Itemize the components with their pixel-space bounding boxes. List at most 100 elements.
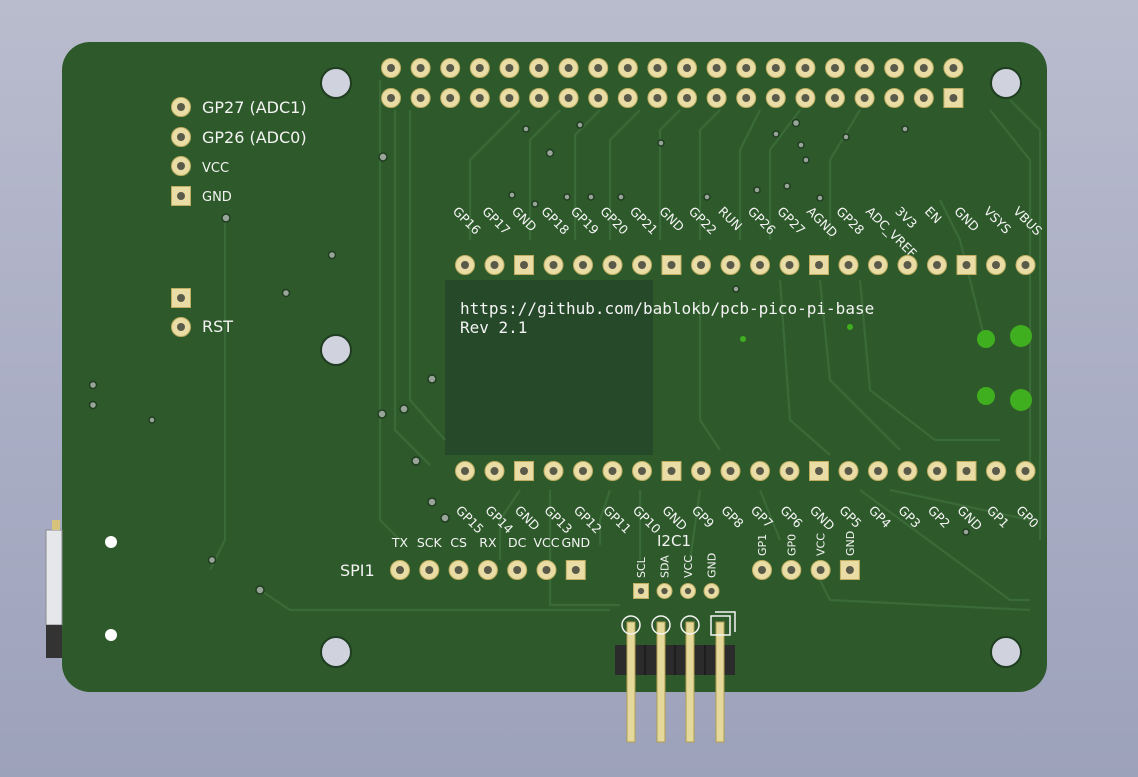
- label-gp27-adc1: GP27 (ADC1): [202, 98, 307, 117]
- label-rst: RST: [202, 317, 233, 336]
- adc-header-pad: [171, 186, 191, 206]
- gpio-pad-bottom: [795, 88, 816, 108]
- uart-pad: [752, 560, 772, 580]
- gpio-pad-top: [677, 58, 697, 78]
- pico-pin-bottom: [1015, 461, 1036, 481]
- pico-pin-bottom: [750, 461, 770, 481]
- spi-pad: [390, 560, 410, 580]
- pico-pin-top: [986, 255, 1006, 275]
- gpio-pad-top: [529, 58, 549, 78]
- gpio-pad-bottom: [677, 88, 697, 108]
- adc-header-pad: [171, 156, 191, 176]
- gpio-pad-top: [736, 58, 757, 78]
- gpio-pad-bottom: [943, 88, 964, 108]
- gpio-pad-top: [706, 58, 727, 78]
- pico-pin-top: [691, 255, 711, 275]
- spi-pin-label: TX: [391, 535, 409, 550]
- gpio-pad-top: [825, 58, 845, 78]
- pico-pin-top: [602, 255, 623, 275]
- gpio-pad-top: [440, 58, 461, 78]
- pico-pin-bottom: [720, 461, 741, 481]
- pico-pin-top: [1015, 255, 1036, 275]
- gpio-pad-top: [617, 58, 638, 78]
- gpio-pad-bottom: [529, 88, 549, 108]
- pico-pin-bottom: [897, 461, 918, 481]
- uart-pin-label: GND: [844, 531, 857, 556]
- pico-pin-bottom: [779, 461, 800, 481]
- gpio-pad-bottom: [381, 88, 401, 108]
- spi-pin-label: GND: [561, 535, 590, 550]
- pico-pin-top: [779, 255, 800, 275]
- gpio-pad-top: [647, 58, 668, 78]
- spi-pad: [536, 560, 557, 580]
- spi-pin-label: RX: [479, 535, 497, 550]
- gpio-pad-bottom: [854, 88, 875, 108]
- gpio-pad-bottom: [706, 88, 727, 108]
- repo-url: https://github.com/bablokb/pcb-pico-pi-b…: [460, 299, 874, 318]
- pcb-render-scene: https://github.com/bablokb/pcb-pico-pi-b…: [45, 42, 1047, 743]
- gpio-pad-bottom: [588, 88, 609, 108]
- spi-pad: [448, 560, 469, 580]
- uart-pad: [839, 560, 860, 580]
- pico-pin-bottom: [956, 461, 977, 481]
- gpio-pad-top: [588, 58, 609, 78]
- gpio-pad-bottom: [825, 88, 845, 108]
- pico-pin-bottom: [927, 461, 947, 481]
- pico-pin-bottom: [632, 461, 652, 481]
- adc-header-pad: [171, 97, 191, 117]
- reset-pad: [171, 288, 191, 308]
- pico-pin-top: [956, 255, 977, 275]
- spi-pin-label: DC: [508, 535, 527, 550]
- i2c-pin-label: GND: [706, 553, 719, 578]
- pico-pin-bottom: [868, 461, 888, 481]
- reset-pad: [171, 317, 191, 337]
- i2c-pad: [633, 583, 649, 599]
- spi-pad: [565, 560, 586, 580]
- i2c-pad: [680, 583, 696, 599]
- spi-pin-label: CS: [450, 535, 467, 550]
- pico-pin-bottom: [455, 461, 475, 481]
- label-gp26-adc0: GP26 (ADC0): [202, 128, 307, 147]
- pico-pin-top: [543, 255, 564, 275]
- uart-pin-label: GP0: [785, 534, 798, 556]
- gpio-pad-top: [943, 58, 964, 78]
- uart-pad: [781, 560, 802, 580]
- pico-pin-bottom: [543, 461, 564, 481]
- gpio-pad-top: [381, 58, 401, 78]
- gpio-pad-top: [410, 58, 431, 78]
- pico-pin-top: [484, 255, 505, 275]
- gpio-pad-bottom: [469, 88, 490, 108]
- spi-pad: [419, 560, 440, 580]
- gpio-pad-bottom: [617, 88, 638, 108]
- i2c-title: I2C1: [657, 532, 691, 550]
- gpio-pad-bottom: [765, 88, 786, 108]
- pico-pin-bottom: [573, 461, 593, 481]
- pico-pin-bottom: [691, 461, 711, 481]
- pico-pin-top: [838, 255, 859, 275]
- pico-pin-top: [661, 255, 682, 275]
- uart-pin-label: VCC: [815, 533, 828, 556]
- pico-pin-bottom: [809, 461, 829, 481]
- pico-pin-bottom: [661, 461, 682, 481]
- spi-title: SPI1: [340, 561, 375, 580]
- pico-pin-bottom: [514, 461, 534, 481]
- pico-pin-top: [573, 255, 593, 275]
- revision-label: Rev 2.1: [460, 318, 527, 337]
- pico-pin-top: [927, 255, 947, 275]
- spi-pad: [477, 560, 498, 580]
- gpio-pad-bottom: [558, 88, 579, 108]
- gpio-pad-bottom: [647, 88, 668, 108]
- pico-pin-top: [720, 255, 741, 275]
- adc-header-pad: [171, 127, 191, 147]
- gpio-pad-bottom: [499, 88, 520, 108]
- pico-pin-top: [632, 255, 652, 275]
- pico-pin-top: [809, 255, 829, 275]
- i2c-pin-label: SCL: [635, 556, 648, 578]
- pico-pin-bottom: [602, 461, 623, 481]
- gpio-pad-bottom: [736, 88, 757, 108]
- uart-pin-label: GP1: [756, 534, 769, 556]
- pico-pin-bottom: [838, 461, 859, 481]
- pico-pin-top: [750, 255, 770, 275]
- gpio-pad-top: [884, 58, 905, 78]
- i2c-pad: [656, 583, 673, 599]
